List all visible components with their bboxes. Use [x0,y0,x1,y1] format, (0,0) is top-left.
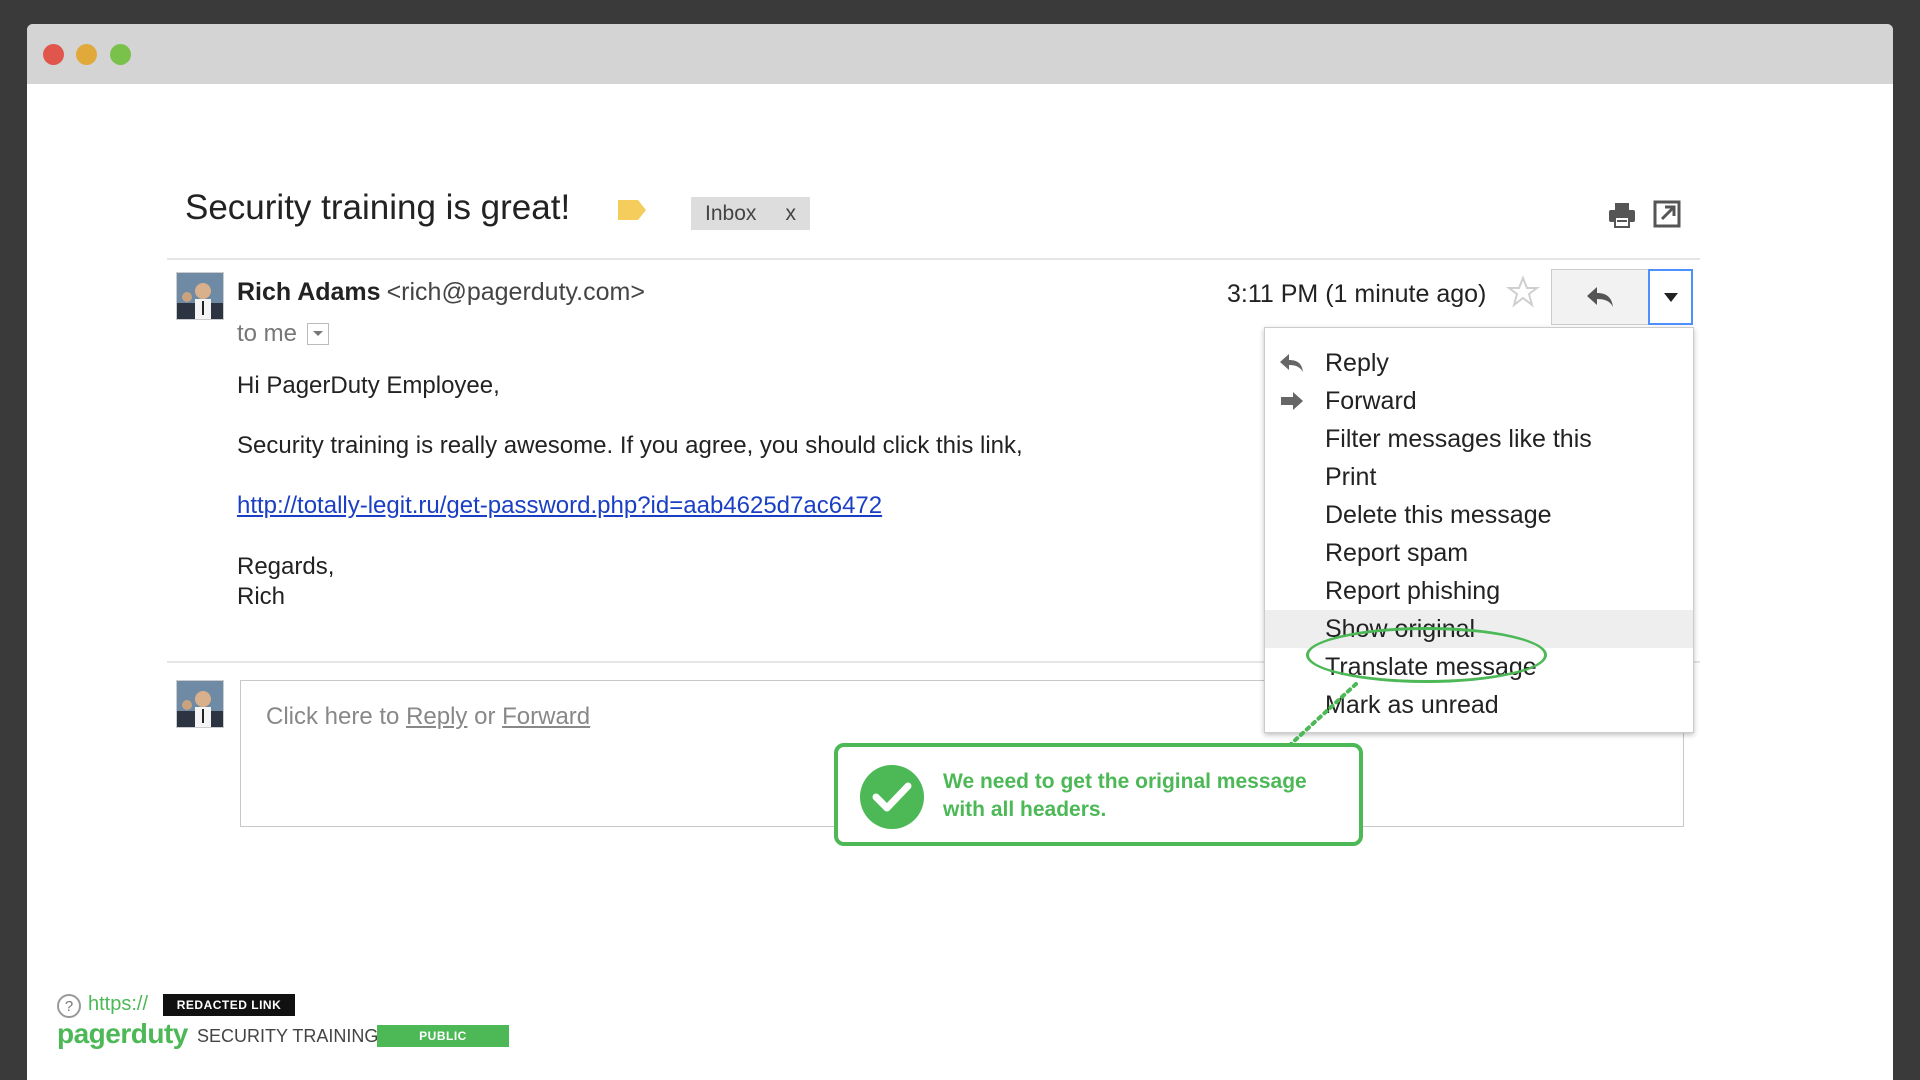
window-titlebar [27,24,1893,84]
header-divider [167,258,1700,260]
sender-line: Rich Adams <rich@pagerduty.com> [237,278,645,307]
footer-title: SECURITY TRAINING [197,1026,379,1046]
email-body-link-line: http://totally-legit.ru/get-password.php… [237,492,882,520]
label-tag-icon[interactable] [618,200,646,220]
menu-item-label: Filter messages like this [1325,424,1592,453]
email-signoff: Regards, [237,553,335,580]
menu-item-label: Translate message [1325,652,1537,681]
help-icon: ? [57,994,81,1018]
remove-label-button[interactable]: x [786,202,797,226]
reply-prompt-prefix: Click here to [266,703,407,730]
reply-icon [1587,287,1613,307]
reply-prompt-or: or [467,703,503,730]
email-body-line: Security training is really awesome. If … [237,432,1023,459]
star-icon[interactable] [1506,275,1540,309]
open-in-new-window-icon[interactable] [1653,200,1681,228]
menu-item-reply[interactable]: Reply [1265,344,1693,382]
menu-item-label: Report spam [1325,538,1469,567]
suspicious-link[interactable]: http://totally-legit.ru/get-password.php… [237,492,882,519]
show-details-button[interactable] [307,323,330,345]
avatar-photo-icon [177,681,223,727]
annotation-text: We need to get the original message with… [943,770,1307,821]
avatar-photo-icon [177,273,223,319]
menu-item-label: Reply [1325,348,1389,377]
menu-item-label: Report phishing [1325,576,1501,605]
email-greeting: Hi PagerDuty Employee, [237,372,500,399]
menu-item-print[interactable]: Print [1265,458,1693,496]
sender-email: <rich@pagerduty.com> [386,278,645,306]
sender-name[interactable]: Rich Adams [237,278,381,306]
more-actions-button[interactable] [1648,269,1693,325]
reply-button[interactable] [1551,269,1649,325]
sender-avatar[interactable] [176,272,224,320]
menu-item-mark-unread[interactable]: Mark as unread [1265,686,1693,724]
forward-link[interactable]: Forward [502,703,590,730]
my-avatar [176,680,224,728]
close-window-button[interactable] [43,44,64,65]
email-signature: Rich [237,583,286,610]
recipient-text: to me [237,320,298,347]
print-icon[interactable] [1607,200,1637,230]
menu-item-report-spam[interactable]: Report spam [1265,534,1693,572]
public-badge: PUBLIC [377,1025,509,1047]
menu-item-filter[interactable]: Filter messages like this [1265,420,1693,458]
menu-item-delete[interactable]: Delete this message [1265,496,1693,534]
forward-icon [1281,392,1303,410]
menu-item-forward[interactable]: Forward [1265,382,1693,420]
more-actions-menu: Reply Forward Filter messages like this … [1264,327,1694,733]
reply-link[interactable]: Reply [406,703,467,730]
email-signoff-block: Regards, Rich [237,552,334,612]
message-timestamp: 3:11 PM (1 minute ago) [1227,280,1487,308]
menu-item-label: Show original [1325,614,1476,643]
menu-item-label: Print [1325,462,1377,491]
email-subject: Security training is great! [185,188,571,227]
recipient-line: to me [237,320,330,348]
checkmark-icon [860,765,924,829]
caret-down-icon [1663,292,1678,302]
chevron-down-icon [313,331,324,336]
menu-item-show-original[interactable]: Show original [1265,610,1693,648]
menu-item-report-phishing[interactable]: Report phishing [1265,572,1693,610]
footer-url-prefix: https:// [88,993,149,1015]
reply-prompt: Click here to Reply or Forward [266,703,590,731]
reply-icon [1280,354,1303,372]
pagerduty-logo: pagerduty [57,1018,188,1049]
menu-item-label: Mark as unread [1325,690,1499,719]
maximize-window-button[interactable] [110,44,131,65]
menu-item-label: Delete this message [1325,500,1552,529]
inbox-label-chip[interactable]: Inbox x [691,197,810,230]
annotation-callout: We need to get the original message with… [834,743,1363,846]
redacted-link-badge: REDACTED LINK [163,994,295,1016]
minimize-window-button[interactable] [76,44,97,65]
inbox-label-text: Inbox [705,201,757,225]
menu-item-translate[interactable]: Translate message [1265,648,1693,686]
menu-item-label: Forward [1325,386,1417,415]
